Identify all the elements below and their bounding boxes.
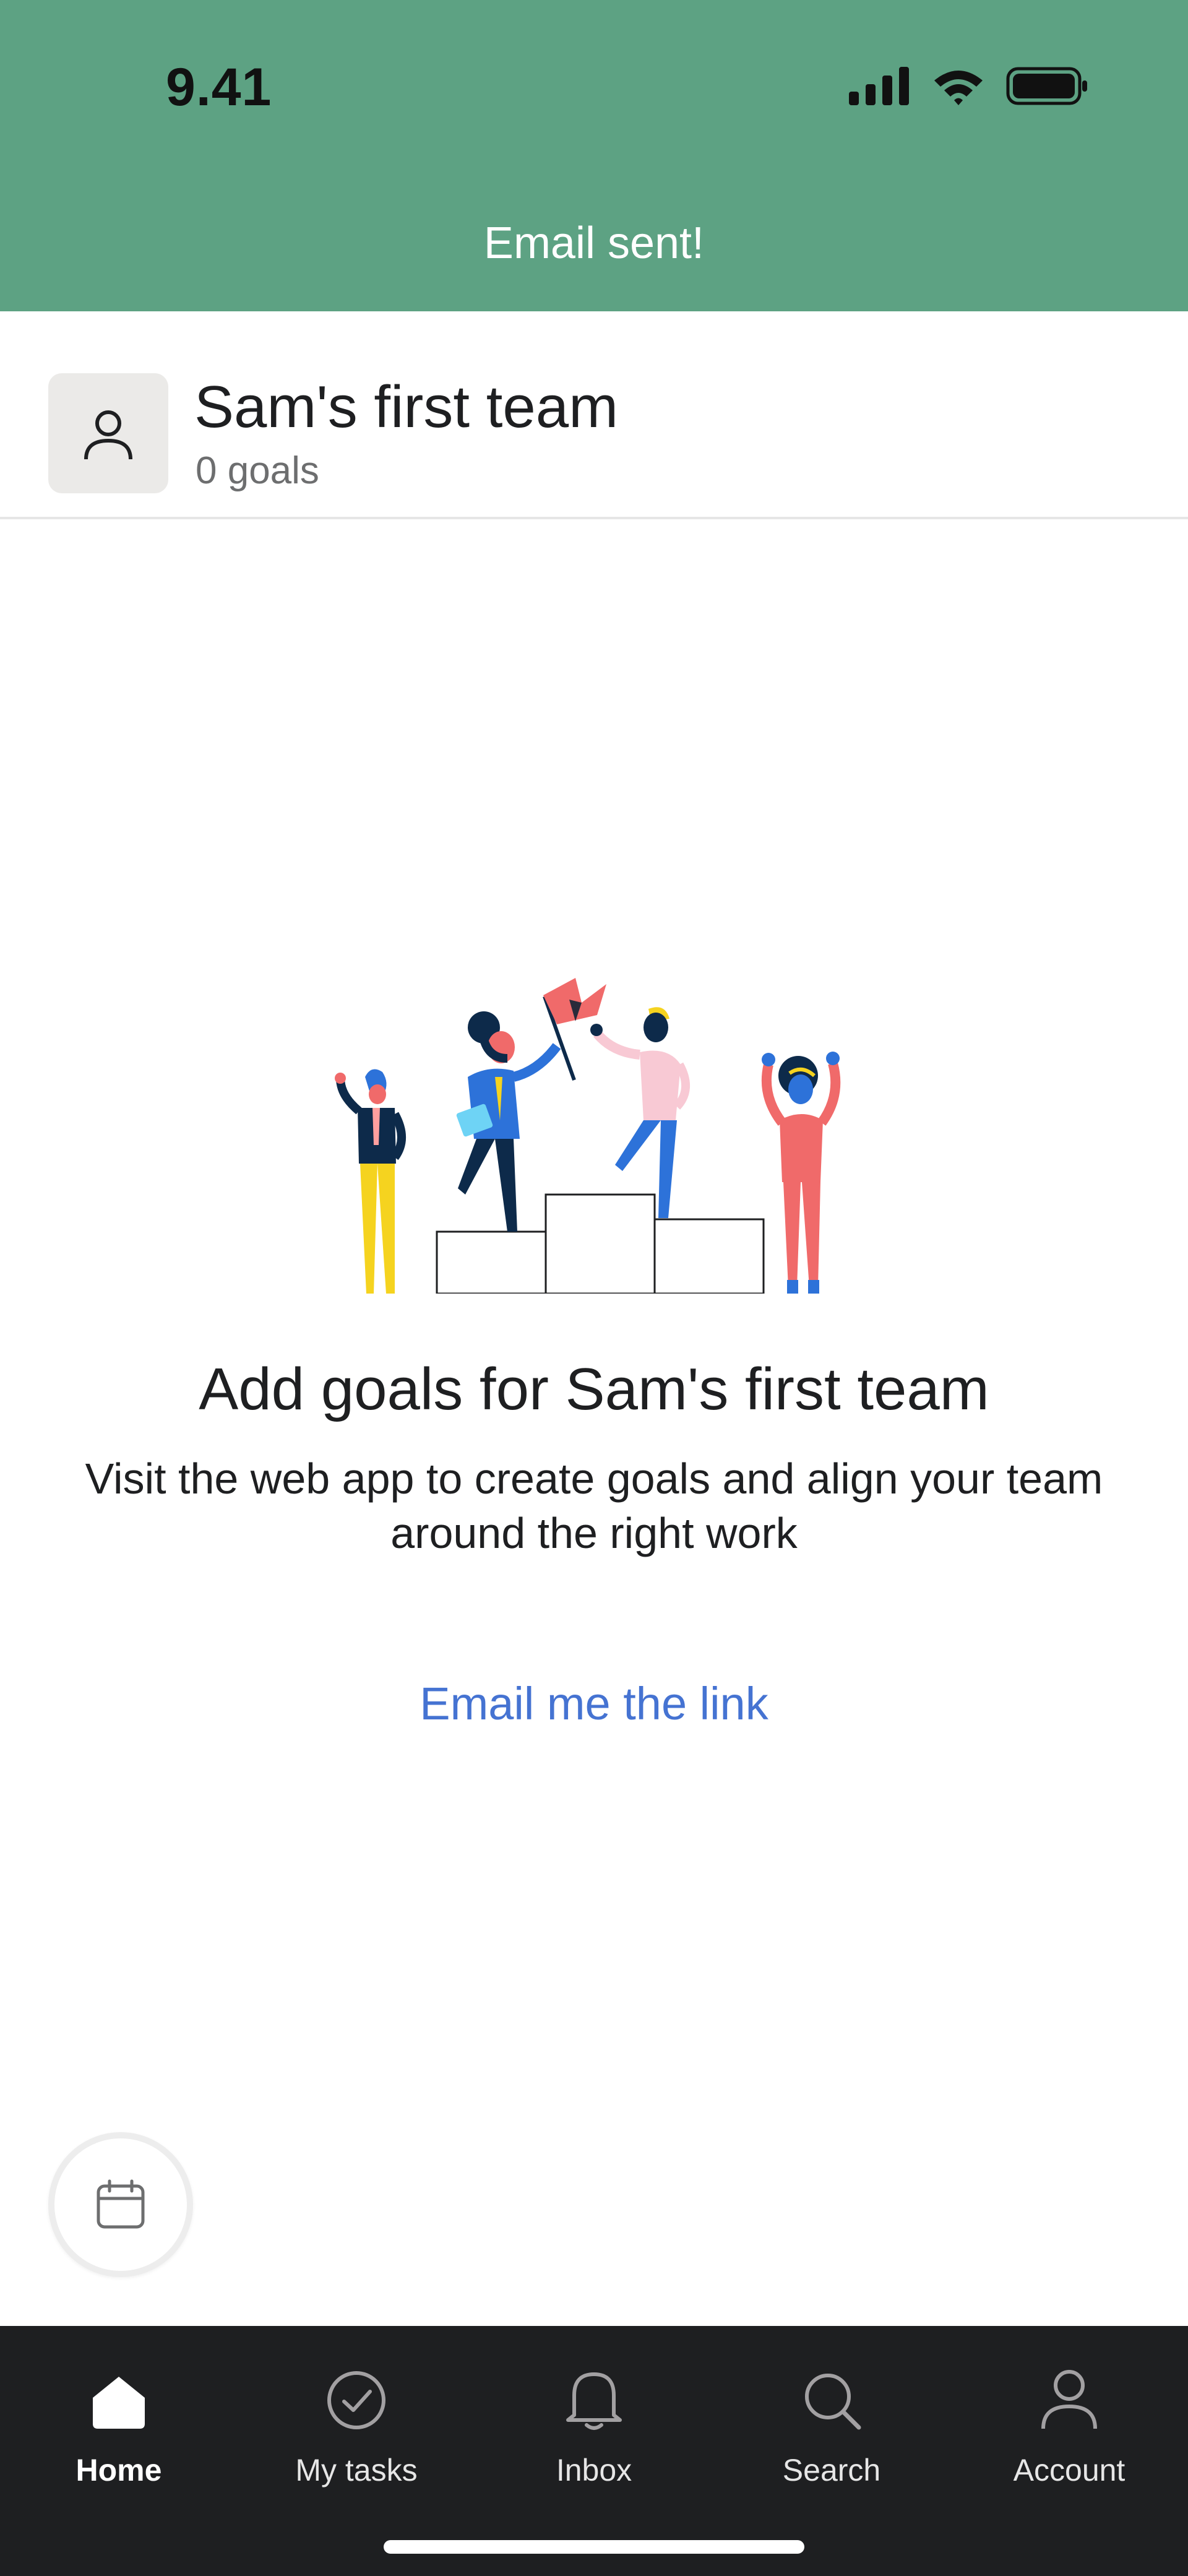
toast-message: Email sent!	[483, 218, 705, 268]
team-celebration-illustration	[335, 978, 841, 1294]
battery-icon	[1006, 67, 1087, 105]
tab-my-tasks-label: My tasks	[295, 2453, 418, 2487]
team-goals-count: 0 goals	[196, 449, 319, 492]
check-circle-icon	[327, 2371, 385, 2429]
wifi-icon	[934, 71, 983, 105]
team-header: Sam's first team 0 goals	[0, 311, 1188, 519]
status-icons	[849, 67, 1089, 105]
empty-state-description: Visit the web app to create goals and al…	[85, 1454, 1103, 1557]
calendar-icon	[97, 2179, 145, 2229]
search-icon	[805, 2374, 861, 2430]
tab-my-tasks[interactable]: My tasks	[238, 2351, 475, 2512]
email-sent-banner: 9.41 Email sent!	[0, 0, 1188, 311]
person-with-book-figure	[456, 1011, 561, 1232]
empty-state-title: Add goals for Sam's first team	[199, 1356, 989, 1422]
team-avatar[interactable]	[48, 373, 168, 493]
person-waving-figure	[335, 1069, 406, 1294]
status-time: 9.41	[166, 58, 272, 117]
home-icon	[93, 2377, 145, 2429]
tab-search[interactable]: Search	[713, 2351, 950, 2512]
tab-inbox[interactable]: Inbox	[475, 2351, 713, 2512]
tab-home-label: Home	[75, 2453, 162, 2487]
tab-account-label: Account	[1013, 2453, 1126, 2487]
bell-icon	[566, 2372, 622, 2430]
cellular-signal-icon	[849, 67, 909, 105]
tab-home[interactable]: Home	[0, 2351, 238, 2512]
tab-inbox-label: Inbox	[556, 2453, 632, 2487]
email-me-link-button[interactable]: Email me the link	[346, 1677, 842, 1730]
calendar-fab-button[interactable]	[48, 2132, 193, 2277]
person-holding-flag-figure	[590, 1007, 691, 1218]
person-icon	[84, 410, 132, 460]
home-indicator	[384, 2540, 804, 2554]
tab-search-label: Search	[782, 2453, 881, 2487]
tab-account[interactable]: Account	[950, 2351, 1188, 2512]
person-cheering-figure	[761, 1052, 841, 1294]
bottom-tab-bar: Home My tasks Inbox Search Account	[0, 2326, 1188, 2576]
team-name: Sam's first team	[194, 374, 619, 440]
person-icon	[1041, 2370, 1097, 2429]
